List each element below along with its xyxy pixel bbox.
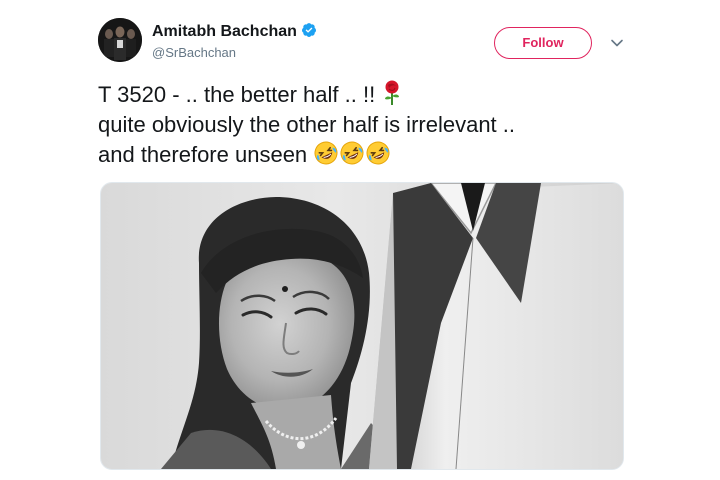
page: Amitabh Bachchan @SrBachchan Follow T 35… (0, 0, 720, 480)
verified-badge-icon (301, 23, 316, 37)
tweet-line-3-text: and therefore unseen (98, 142, 308, 167)
author-name-text[interactable]: Amitabh Bachchan (152, 23, 297, 40)
photo-illustration (101, 183, 623, 469)
tweet-card: Amitabh Bachchan @SrBachchan Follow T 35… (78, 0, 642, 480)
rolling-on-floor-laughing-emoji (340, 141, 364, 165)
follow-button[interactable]: Follow (494, 27, 592, 59)
handle[interactable]: @SrBachchan (152, 45, 236, 60)
tweet-text: T 3520 - .. the better half .. !! quite … (98, 80, 628, 170)
chevron-down-icon[interactable] (610, 36, 624, 50)
avatar[interactable] (98, 18, 142, 62)
tweet-line-3: and therefore unseen (98, 140, 628, 170)
tweet-line-1-text: T 3520 - .. the better half .. !! (98, 82, 376, 107)
tweet-line-1: T 3520 - .. the better half .. !! (98, 80, 628, 110)
rose-emoji (385, 80, 400, 105)
rolling-on-floor-laughing-emoji (314, 141, 338, 165)
rolling-on-floor-laughing-emoji (366, 141, 390, 165)
author-name[interactable]: Amitabh Bachchan (152, 22, 317, 41)
tweet-photo[interactable] (100, 182, 624, 470)
tweet-line-2: quite obviously the other half is irrele… (98, 112, 516, 137)
